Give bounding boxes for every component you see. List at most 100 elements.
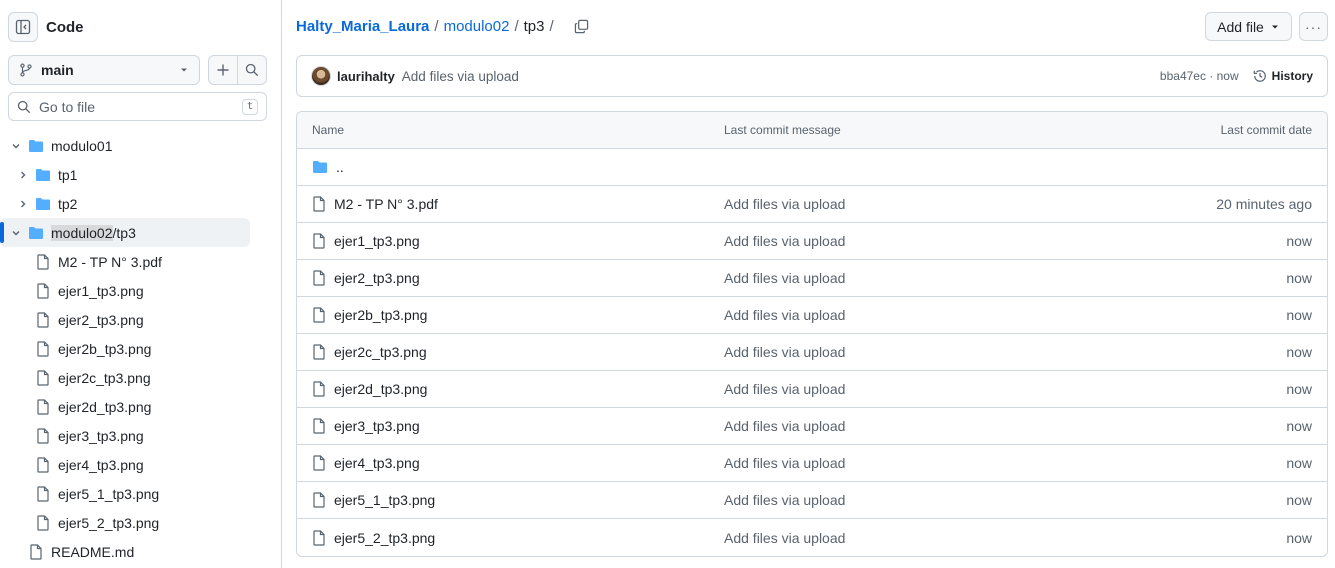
chevron-down-icon[interactable] (10, 140, 22, 152)
file-icon (312, 270, 326, 286)
file-link[interactable]: ejer1_tp3.png (312, 233, 420, 249)
add-file-button[interactable]: Add file (1205, 12, 1292, 41)
tree-item-tp1[interactable]: tp1 (0, 160, 281, 189)
file-link[interactable]: ejer2_tp3.png (312, 270, 420, 286)
table-row[interactable]: M2 - TP N° 3.pdf Add files via upload 20… (297, 186, 1327, 223)
tree-item-file[interactable]: ejer4_tp3.png (0, 450, 281, 479)
file-link[interactable]: ejer5_1_tp3.png (312, 492, 435, 508)
file-icon (312, 344, 326, 360)
file-icon (312, 455, 326, 471)
table-row[interactable]: ejer2b_tp3.png Add files via upload now (297, 297, 1327, 334)
file-icon (36, 485, 50, 502)
file-icon (29, 543, 43, 560)
history-button[interactable]: History (1253, 69, 1313, 83)
tree-item-file[interactable]: ejer3_tp3.png (0, 421, 281, 450)
search-tree-button[interactable] (237, 56, 266, 84)
file-name: ejer4_tp3.png (334, 455, 420, 471)
avatar[interactable] (311, 66, 331, 86)
commit-message-link[interactable]: Add files via upload (724, 344, 845, 360)
tree-item-label-rest: /tp3 (112, 224, 136, 241)
table-row[interactable]: ejer5_2_tp3.png Add files via upload now (297, 519, 1327, 556)
commit-message-link[interactable]: Add files via upload (724, 270, 845, 286)
commit-message-link[interactable]: Add files via upload (724, 233, 845, 249)
commit-hash-time[interactable]: bba47ec · now (1160, 69, 1239, 83)
table-row-parent[interactable]: .. (297, 149, 1327, 186)
table-header: Name Last commit message Last commit dat… (297, 112, 1327, 149)
tree-item-file[interactable]: ejer5_2_tp3.png (0, 508, 281, 537)
tree-item-label: ejer1_tp3.png (58, 282, 144, 299)
commit-date: now (1286, 233, 1312, 249)
commit-message-link[interactable]: Add files via upload (724, 530, 845, 546)
tree-item-file[interactable]: ejer2_tp3.png (0, 305, 281, 334)
tree-item-label: README.md (51, 543, 135, 560)
table-row[interactable]: ejer2d_tp3.png Add files via upload now (297, 371, 1327, 408)
breadcrumb: Halty_Maria_Laura / modulo02 / tp3 / (296, 16, 591, 36)
file-name: ejer2d_tp3.png (334, 381, 428, 397)
parent-dir-link[interactable]: .. (312, 159, 344, 175)
breadcrumb-repo-link[interactable]: Halty_Maria_Laura (296, 18, 429, 35)
copy-icon (574, 19, 589, 34)
tree-item-modulo01[interactable]: modulo01 (0, 131, 281, 160)
chevron-right-icon[interactable] (17, 198, 29, 210)
tree-item-file[interactable]: ejer5_1_tp3.png (0, 479, 281, 508)
chevron-down-icon[interactable] (10, 227, 22, 239)
search-icon (245, 63, 259, 77)
tree-item-file[interactable]: ejer2c_tp3.png (0, 363, 281, 392)
file-name: M2 - TP N° 3.pdf (334, 196, 438, 212)
tree-item-file[interactable]: ejer2d_tp3.png (0, 392, 281, 421)
header-last-commit-date: Last commit date (1220, 123, 1312, 137)
file-link[interactable]: ejer4_tp3.png (312, 455, 420, 471)
tree-item-label: ejer2d_tp3.png (58, 398, 152, 415)
file-icon (312, 307, 326, 323)
breadcrumb-folder-link[interactable]: modulo02 (444, 18, 510, 35)
folder-icon (35, 168, 51, 182)
commit-meta: bba47ec · now History (1160, 69, 1313, 83)
file-link[interactable]: ejer2b_tp3.png (312, 307, 427, 323)
table-row[interactable]: ejer1_tp3.png Add files via upload now (297, 223, 1327, 260)
table-row[interactable]: ejer2_tp3.png Add files via upload now (297, 260, 1327, 297)
tree-item-modulo02-tp3[interactable]: modulo02/tp3 (0, 218, 250, 247)
file-name: ejer2b_tp3.png (334, 307, 428, 323)
tree-item-label: tp1 (58, 166, 78, 183)
chevron-right-icon[interactable] (17, 169, 29, 181)
file-icon (312, 418, 326, 434)
file-link[interactable]: ejer2c_tp3.png (312, 344, 427, 360)
branch-selector[interactable]: main (8, 55, 200, 85)
commit-message-link[interactable]: Add files via upload (724, 418, 845, 434)
go-to-file-placeholder: Go to file (39, 98, 96, 115)
commit-date: now (1286, 529, 1312, 546)
commit-message[interactable]: Add files via upload (402, 69, 519, 84)
file-link[interactable]: ejer2d_tp3.png (312, 381, 427, 397)
collapse-sidebar-button[interactable] (8, 12, 38, 42)
commit-message-link[interactable]: Add files via upload (724, 455, 845, 471)
file-tree: modulo01 tp1 tp2 modulo02/tp3 M2 - TP N°… (0, 131, 281, 566)
tree-item-label: modulo02/tp3 (51, 224, 136, 241)
more-options-button[interactable]: ··· (1299, 12, 1328, 41)
table-row[interactable]: ejer5_1_tp3.png Add files via upload now (297, 482, 1327, 519)
tree-item-file[interactable]: ejer1_tp3.png (0, 276, 281, 305)
file-table: Name Last commit message Last commit dat… (296, 111, 1328, 557)
commit-message-link[interactable]: Add files via upload (724, 307, 845, 323)
add-file-tree-button[interactable] (209, 56, 238, 84)
commit-message-link[interactable]: Add files via upload (724, 196, 845, 212)
file-link[interactable]: ejer5_2_tp3.png (312, 530, 435, 546)
tree-item-file[interactable]: M2 - TP N° 3.pdf (0, 247, 281, 276)
tree-item-file[interactable]: ejer2b_tp3.png (0, 334, 281, 363)
tree-item-label: tp2 (58, 195, 78, 212)
commit-date: now (1286, 492, 1312, 508)
table-row[interactable]: ejer4_tp3.png Add files via upload now (297, 445, 1327, 482)
file-icon (36, 514, 50, 531)
breadcrumb-current: tp3 (523, 17, 545, 35)
branch-name: main (41, 62, 74, 78)
tree-item-readme[interactable]: README.md (0, 537, 281, 566)
copy-path-button[interactable] (573, 17, 591, 35)
go-to-file-input[interactable]: Go to file t (8, 92, 267, 121)
commit-message-link[interactable]: Add files via upload (724, 381, 845, 397)
file-link[interactable]: ejer3_tp3.png (312, 418, 420, 434)
commit-message-link[interactable]: Add files via upload (724, 492, 845, 508)
table-row[interactable]: ejer2c_tp3.png Add files via upload now (297, 334, 1327, 371)
commit-author[interactable]: laurihalty (337, 69, 395, 84)
file-link[interactable]: M2 - TP N° 3.pdf (312, 196, 438, 212)
table-row[interactable]: ejer3_tp3.png Add files via upload now (297, 408, 1327, 445)
tree-item-tp2[interactable]: tp2 (0, 189, 281, 218)
